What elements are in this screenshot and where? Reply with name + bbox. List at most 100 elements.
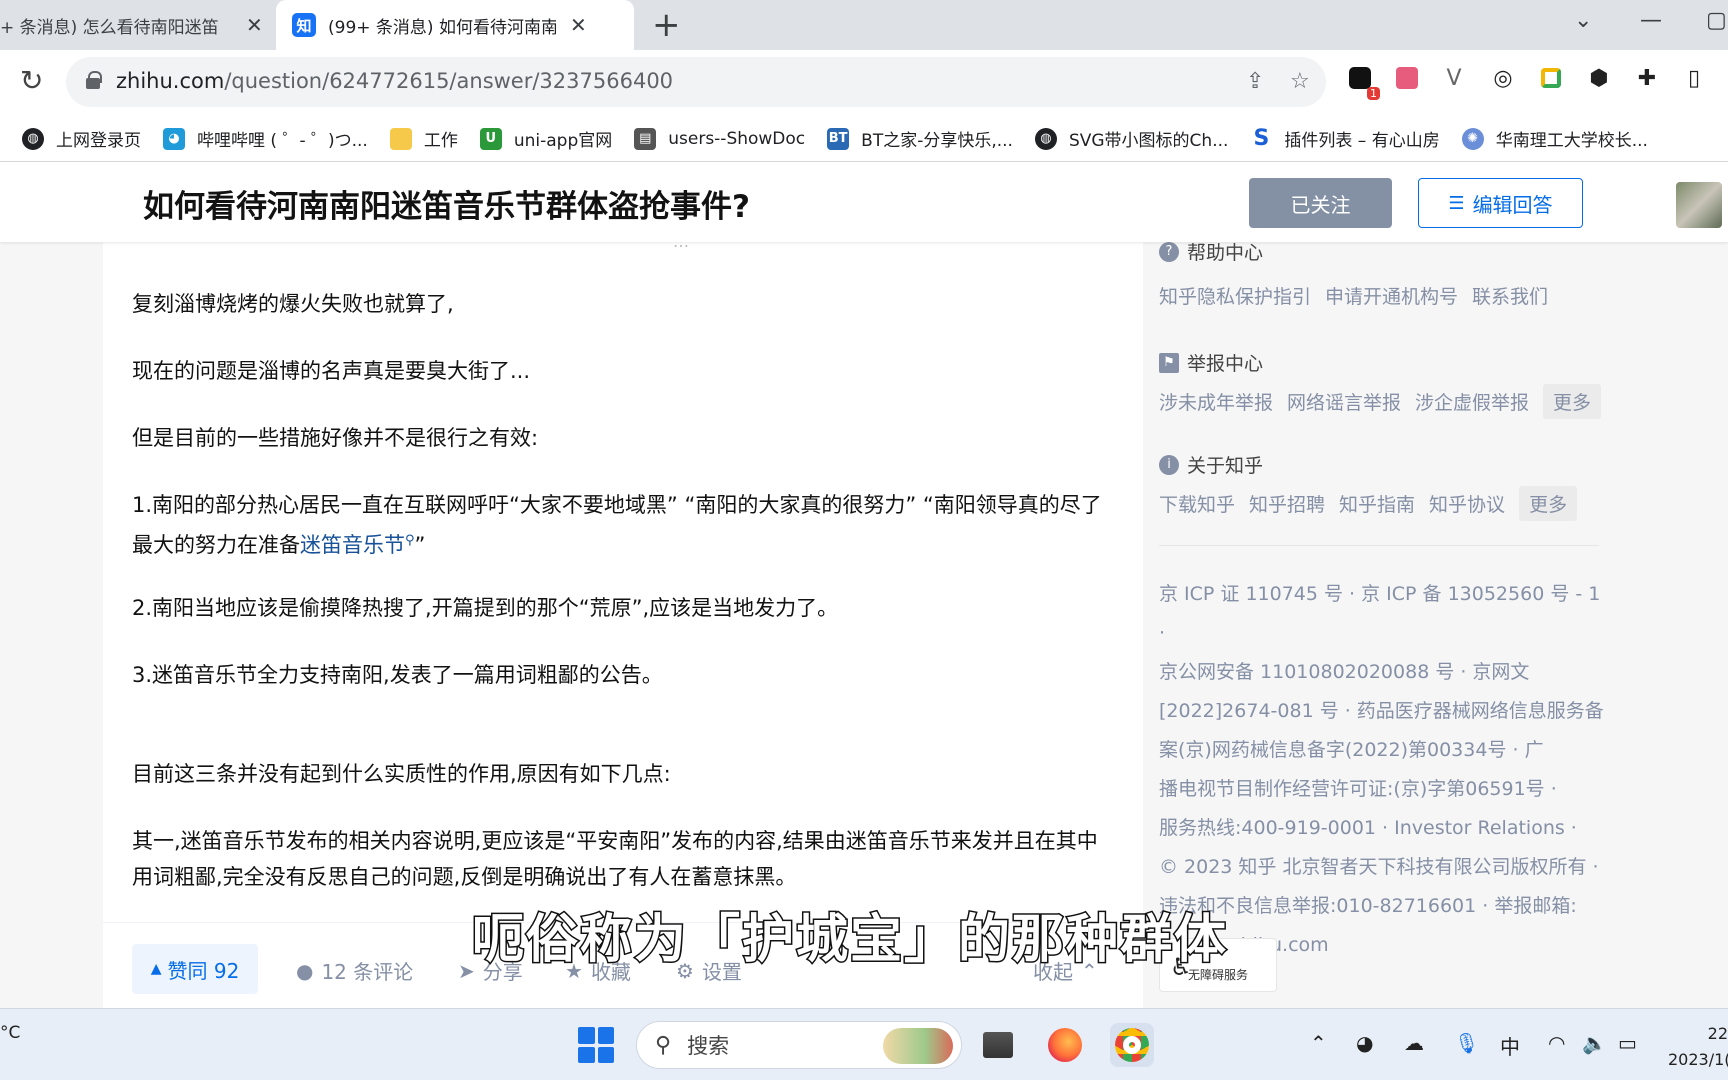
ime-indicator[interactable]: 中 <box>1500 1031 1520 1060</box>
share-page-icon[interactable]: ⇪ <box>1246 69 1264 94</box>
clock-date: 2023/1( <box>1668 1050 1728 1069</box>
bookmark-star-icon[interactable]: ☆ <box>1290 69 1310 94</box>
careers-link[interactable]: 知乎招聘 <box>1249 490 1325 517</box>
answer-card: … 复刻淄博烧烤的爆火失败也就算了, 现在的问题是淄博的名声真是要臭大街了...… <box>103 232 1143 1008</box>
contact-us-link[interactable]: 联系我们 <box>1472 282 1548 309</box>
comment-icon: ● <box>296 958 314 983</box>
answer-paragraph: 目前这三条并没有起到什么实质性的作用,原因有如下几点: <box>132 762 671 786</box>
close-tab-icon[interactable]: ✕ <box>246 13 263 37</box>
license-line[interactable]: 案(京)网药械信息备字(2022)第00334号 · 广 <box>1159 731 1609 770</box>
answer-paragraph: 但是目前的一些措施好像并不是很行之有效: <box>132 426 539 450</box>
upvote-icon: ▲ <box>150 961 162 977</box>
close-tab-icon[interactable]: ✕ <box>570 13 587 37</box>
extension-notify-icon[interactable]: 1 <box>1346 64 1380 100</box>
extensions-puzzle-icon[interactable]: ✚ <box>1633 64 1661 92</box>
about-zhihu-heading: i 关于知乎 <box>1159 451 1263 478</box>
cube-extension-icon[interactable]: ⬢ <box>1585 64 1613 92</box>
chrome-icon[interactable] <box>1110 1023 1154 1067</box>
download-link[interactable]: 下载知乎 <box>1159 490 1235 517</box>
question-title[interactable]: 如何看待河南南阳迷笛音乐节群体盗抢事件? <box>143 181 750 226</box>
answer-paragraph: 2.南阳当地应该是偷摸降热搜了,开篇提到的那个“荒原”,应该是当地发力了。 <box>132 596 839 620</box>
reload-icon[interactable]: ↻ <box>20 64 43 97</box>
weather-widget[interactable]: °C <box>0 1023 20 1043</box>
search-icon[interactable]: ⚲ <box>405 533 415 548</box>
cloud-icon[interactable]: ☁ <box>1404 1031 1424 1055</box>
report-center-heading: ⚑ 举报中心 <box>1159 349 1263 376</box>
followed-button[interactable]: 已关注 <box>1249 178 1392 228</box>
answer-paragraph: 现在的问题是淄博的名声真是要臭大街了... <box>132 359 531 383</box>
sidebar-divider <box>1159 545 1599 546</box>
translate-extension-icon[interactable] <box>1393 64 1421 92</box>
wifi-icon[interactable]: ◠ <box>1548 1031 1565 1055</box>
report-more-button[interactable]: 更多 <box>1543 384 1602 419</box>
bookmark-item[interactable]: ◍ 上网登录页 <box>22 126 141 151</box>
url-text[interactable]: zhihu.com/question/624772615/answer/3237… <box>116 69 673 93</box>
start-menu-icon[interactable] <box>578 1027 614 1063</box>
bookmark-item[interactable]: Uuni-app官网 <box>479 126 612 151</box>
question-sticky-header: 如何看待河南南阳迷笛音乐节群体盗抢事件? 已关注 ☰ 编辑回答 <box>0 162 1728 242</box>
uniapp-icon: U <box>479 127 502 150</box>
vue-devtools-icon[interactable]: V <box>1440 64 1468 92</box>
comments-button[interactable]: ● 12 条评论 <box>296 956 413 985</box>
answer-paragraph: 3.迷笛音乐节全力支持南阳,发表了一篇用词粗鄙的公告。 <box>132 663 663 687</box>
firefox-icon[interactable] <box>1043 1023 1087 1067</box>
avatar[interactable] <box>1676 182 1722 228</box>
fraud-report-link[interactable]: 涉企虚假举报 <box>1415 388 1529 415</box>
upvote-button[interactable]: ▲ 赞同 92 <box>132 944 258 994</box>
license-line[interactable]: [2022]2674-081 号 · 药品医疗器械网络信息服务备 <box>1159 692 1609 731</box>
maximize-icon[interactable]: ▢ <box>1706 8 1727 33</box>
bookmark-item[interactable]: ▤ users--ShowDoc <box>634 127 805 150</box>
microphone-icon[interactable]: 🎙 <box>1454 1031 1479 1055</box>
bookmark-item[interactable]: S 插件列表 – 有心山房 <box>1250 126 1440 151</box>
topic-link[interactable]: 迷笛音乐节 <box>300 533 405 557</box>
privacy-guide-link[interactable]: 知乎隐私保护指引 <box>1159 282 1311 309</box>
new-tab-button[interactable]: + <box>652 6 681 44</box>
browser-tab-inactive[interactable]: + 条消息) 怎么看待南阳迷笛 ✕ <box>0 0 270 50</box>
system-clock[interactable]: 22 2023/1( <box>1668 1021 1728 1073</box>
browser-tab-active[interactable]: 知 (99+ 条消息) 如何看待河南南阳 ✕ <box>276 0 634 50</box>
license-line[interactable]: 京公网安备 11010802020088 号 · 京网文 <box>1159 653 1609 692</box>
edit-answer-button[interactable]: ☰ 编辑回答 <box>1418 178 1583 228</box>
answer-paragraph: 其一,迷笛音乐节发布的相关内容说明,更应该是“平安南阳”发布的内容,结果由迷笛音… <box>132 829 1098 889</box>
bookmark-folder[interactable]: 工作 <box>389 126 458 151</box>
bookmark-item[interactable]: ◍ SVG带小图标的Ch... <box>1034 126 1228 151</box>
tab-search-chevron-icon[interactable]: ⌄ <box>1574 8 1592 33</box>
tab-title: (99+ 条消息) 如何看待河南南阳 <box>328 17 556 38</box>
video-subtitle: 呃俗称为「护城宝」的那种群体 <box>470 909 1229 972</box>
minimize-icon[interactable]: — <box>1640 8 1662 33</box>
bookmark-item[interactable]: ✺ 华南理工大学校长... <box>1461 126 1648 151</box>
tab-strip: + 条消息) 怎么看待南阳迷笛 ✕ 知 (99+ 条消息) 如何看待河南南阳 ✕… <box>0 0 1728 50</box>
license-line[interactable]: 播电视节目制作经营许可证:(京)字第06591号 · <box>1159 770 1609 809</box>
lock-icon[interactable] <box>86 71 102 89</box>
bilibili-icon: ◕ <box>163 127 185 150</box>
taskbar-search-box[interactable]: ⚲ 搜索 <box>636 1021 962 1069</box>
qq-icon[interactable]: ◕ <box>1356 1031 1373 1055</box>
link-extension-icon[interactable]: ◎ <box>1489 64 1517 92</box>
bt-icon: BT <box>827 127 850 150</box>
clock-time: 22 <box>1707 1024 1728 1043</box>
search-highlight-image <box>883 1028 953 1064</box>
rumor-report-link[interactable]: 网络谣言举报 <box>1287 388 1401 415</box>
license-line[interactable]: 服务热线:400-919-0001 · Investor Relations · <box>1159 809 1609 848</box>
volume-icon[interactable]: 🔈 <box>1582 1031 1607 1055</box>
apply-org-account-link[interactable]: 申请开通机构号 <box>1325 282 1458 309</box>
doc-icon: ▤ <box>634 127 657 150</box>
side-panel-icon[interactable]: ▯ <box>1680 64 1708 92</box>
about-links: 下载知乎 知乎招聘 知乎指南 知乎协议 更多 <box>1159 486 1591 521</box>
bookmark-item[interactable]: ◕ 哔哩哔哩 ( ゜- ゜)つ... <box>163 126 368 151</box>
zhihu-favicon-icon: 知 <box>292 13 316 37</box>
guide-link[interactable]: 知乎指南 <box>1339 490 1415 517</box>
flag-icon: ⚑ <box>1159 352 1179 373</box>
license-line[interactable]: 京 ICP 证 110745 号 · 京 ICP 备 13052560 号 - … <box>1159 575 1609 653</box>
show-hidden-icons-chevron-icon[interactable]: ⌃ <box>1310 1031 1327 1055</box>
about-more-button[interactable]: 更多 <box>1519 486 1578 521</box>
bookmark-item[interactable]: BT BT之家-分享快乐,... <box>827 126 1013 151</box>
color-extension-icon[interactable] <box>1537 64 1565 92</box>
minor-report-link[interactable]: 涉未成年举报 <box>1159 388 1273 415</box>
file-explorer-icon[interactable] <box>976 1023 1020 1067</box>
agreement-link[interactable]: 知乎协议 <box>1429 490 1505 517</box>
search-icon: ⚲ <box>655 1032 672 1058</box>
address-bar[interactable]: zhihu.com/question/624772615/answer/3237… <box>66 57 1326 107</box>
search-placeholder: 搜索 <box>687 1034 730 1058</box>
battery-icon[interactable]: ▭ <box>1618 1031 1637 1055</box>
